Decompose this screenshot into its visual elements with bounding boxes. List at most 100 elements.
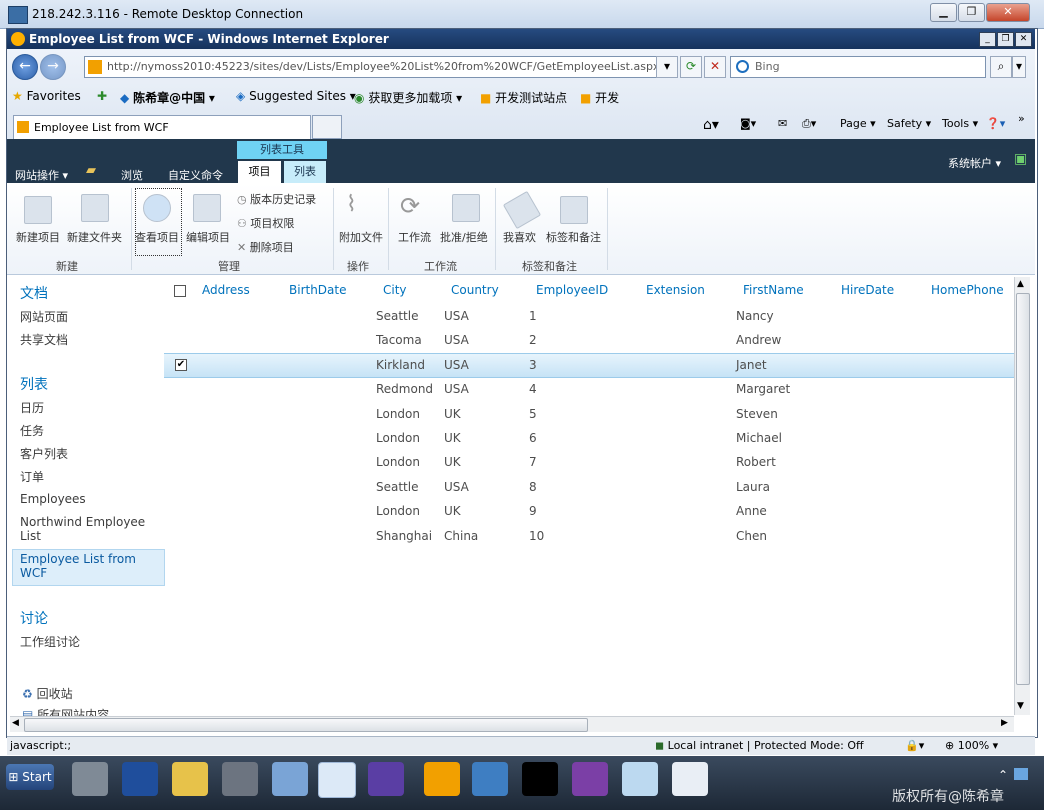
close-button[interactable]: ✕ xyxy=(986,3,1030,22)
row-checkbox[interactable]: ✔ xyxy=(175,359,187,371)
approve-reject-button[interactable]: 批准/拒绝 xyxy=(440,229,488,245)
qn-lists-head[interactable]: 列表 xyxy=(20,374,48,394)
search-icon[interactable]: ⌕ xyxy=(990,56,1012,78)
tab-browse[interactable]: 浏览 xyxy=(121,167,143,183)
toolbox-icon[interactable] xyxy=(424,762,460,796)
item-permissions-button[interactable]: ⚇ 项目权限 xyxy=(237,215,294,231)
qn-employees[interactable]: Employees xyxy=(20,492,86,506)
stop-icon[interactable]: ✕ xyxy=(704,56,726,78)
tools-icon[interactable] xyxy=(222,762,258,796)
internet-explorer-icon[interactable] xyxy=(318,762,356,798)
qn-recycle-bin[interactable]: ♻ 回收站 xyxy=(22,685,73,702)
select-all-checkbox[interactable] xyxy=(174,285,186,297)
qn-orders[interactable]: 订单 xyxy=(20,468,44,485)
scroll-up-icon[interactable]: ▲ xyxy=(1017,279,1024,289)
col-employeeid[interactable]: EmployeeID xyxy=(536,283,608,297)
fav-link-dev[interactable]: ■ 开发 xyxy=(580,89,619,106)
feeds-icon[interactable]: ◙▾ xyxy=(740,117,756,130)
qn-documents-head[interactable]: 文档 xyxy=(20,283,48,303)
horizontal-scroll-thumb[interactable] xyxy=(24,718,588,732)
scroll-right-icon[interactable]: ▶ xyxy=(1001,718,1008,728)
qn-discussions-head[interactable]: 讨论 xyxy=(20,608,48,628)
vertical-scrollbar[interactable]: ▲ ▼ xyxy=(1014,277,1030,715)
powershell-icon[interactable] xyxy=(122,762,158,796)
col-birthdate[interactable]: BirthDate xyxy=(289,283,347,297)
help-icon[interactable]: ❓▾ xyxy=(986,117,1005,130)
col-extension[interactable]: Extension xyxy=(646,283,705,297)
qn-customers[interactable]: 客户列表 xyxy=(20,445,68,462)
zoom-control[interactable]: ⊕ 100% ▾ xyxy=(945,739,998,752)
start-button[interactable]: ⊞ Start xyxy=(6,764,54,790)
refresh-icon[interactable]: ⟳ xyxy=(680,56,702,78)
favorites-button[interactable]: ★ Favorites xyxy=(12,89,81,103)
qn-northwind-employee-list[interactable]: Northwind Employee List xyxy=(20,515,160,543)
qn-tasks[interactable]: 任务 xyxy=(20,422,44,439)
table-row[interactable] xyxy=(164,352,1014,375)
vertical-scroll-thumb[interactable] xyxy=(1016,293,1030,685)
col-country[interactable]: Country xyxy=(451,283,499,297)
qn-team-discussion[interactable]: 工作组讨论 xyxy=(20,633,80,650)
command-prompt-icon[interactable] xyxy=(522,762,558,796)
minimize-button[interactable]: ▁ xyxy=(930,3,957,22)
table-row[interactable] xyxy=(164,303,1014,326)
fav-link-devsite[interactable]: ■ 开发测试站点 xyxy=(480,89,567,106)
protected-mode-icon[interactable]: 🔒▾ xyxy=(905,739,924,752)
table-row[interactable] xyxy=(164,523,1014,546)
edit-item-button[interactable]: 编辑项目 xyxy=(186,229,230,245)
col-city[interactable]: City xyxy=(383,283,407,297)
table-row[interactable] xyxy=(164,449,1014,472)
table-row[interactable] xyxy=(164,376,1014,399)
explorer-icon[interactable] xyxy=(172,762,208,796)
tags-notes-button[interactable]: 标签和备注 xyxy=(546,229,601,245)
qn-calendar[interactable]: 日历 xyxy=(20,399,44,416)
chevron-more-icon[interactable]: » xyxy=(1018,112,1025,125)
scroll-down-icon[interactable]: ▼ xyxy=(1017,701,1024,711)
new-item-button[interactable]: 新建项目 xyxy=(16,229,60,245)
tools-menu[interactable]: Tools ▾ xyxy=(942,117,978,130)
ie-close-button[interactable]: ✕ xyxy=(1015,32,1032,47)
address-dropdown-icon[interactable]: ▾ xyxy=(656,56,678,78)
tab-items[interactable]: 项目 xyxy=(238,161,281,183)
table-row[interactable] xyxy=(164,474,1014,497)
col-hiredate[interactable]: HireDate xyxy=(841,283,894,297)
new-tab-button[interactable] xyxy=(312,115,342,139)
col-firstname[interactable]: FirstName xyxy=(743,283,804,297)
add-favorite-icon[interactable]: ✚ xyxy=(97,89,107,103)
fav-link-suggested[interactable]: ◈ Suggested Sites ▾ xyxy=(236,89,356,103)
table-row[interactable] xyxy=(164,327,1014,350)
fav-link-1[interactable]: ◆ 陈希章@中国 ▾ xyxy=(120,89,215,106)
tab-custom-commands[interactable]: 自定义命令 xyxy=(168,167,223,183)
address-url[interactable]: http://nymoss2010:45223/sites/dev/Lists/… xyxy=(107,60,659,73)
table-row[interactable] xyxy=(164,425,1014,448)
workflow-button[interactable]: 工作流 xyxy=(398,229,431,245)
attach-file-button[interactable]: 附加文件 xyxy=(339,229,383,245)
scroll-left-icon[interactable]: ◀ xyxy=(12,718,19,728)
infopath-icon[interactable] xyxy=(572,762,608,796)
print-icon[interactable]: ⎙▾ xyxy=(802,117,816,131)
network-tray-icon[interactable] xyxy=(1014,768,1028,780)
show-hidden-icons-icon[interactable]: ⌃ xyxy=(998,768,1008,782)
mail-icon[interactable]: ✉ xyxy=(778,117,787,130)
server-manager-icon[interactable] xyxy=(72,762,108,796)
safety-menu[interactable]: Safety ▾ xyxy=(887,117,931,130)
tab-list[interactable]: 列表 xyxy=(284,161,326,183)
back-button[interactable]: ← xyxy=(12,54,38,80)
qn-site-pages[interactable]: 网站页面 xyxy=(20,308,68,325)
table-row[interactable] xyxy=(164,401,1014,424)
version-history-button[interactable]: ◷ 版本历史记录 xyxy=(237,191,316,207)
horizontal-scrollbar[interactable]: ◀ ▶ xyxy=(10,716,1014,732)
security-zone[interactable]: ◼ Local intranet | Protected Mode: Off xyxy=(655,739,864,752)
new-folder-button[interactable]: 新建文件夹 xyxy=(67,229,122,245)
page-menu[interactable]: Page ▾ xyxy=(840,117,876,130)
visual-studio-icon[interactable] xyxy=(368,762,404,796)
qn-shared-docs[interactable]: 共享文档 xyxy=(20,331,68,348)
forward-button[interactable]: → xyxy=(40,54,66,80)
maximize-button[interactable]: ❐ xyxy=(958,3,985,22)
qn-employee-list-wcf[interactable]: Employee List from WCF xyxy=(20,552,160,580)
delete-item-button[interactable]: ✕ 删除项目 xyxy=(237,239,294,255)
col-homephone[interactable]: HomePhone xyxy=(931,283,1004,297)
site-actions-menu[interactable]: 网站操作 ▾ xyxy=(15,167,68,183)
fav-link-addons[interactable]: ◉ 获取更多加载项 ▾ xyxy=(354,89,462,106)
col-address[interactable]: Address xyxy=(202,283,250,297)
home-icon[interactable]: ⌂▾ xyxy=(703,117,719,133)
